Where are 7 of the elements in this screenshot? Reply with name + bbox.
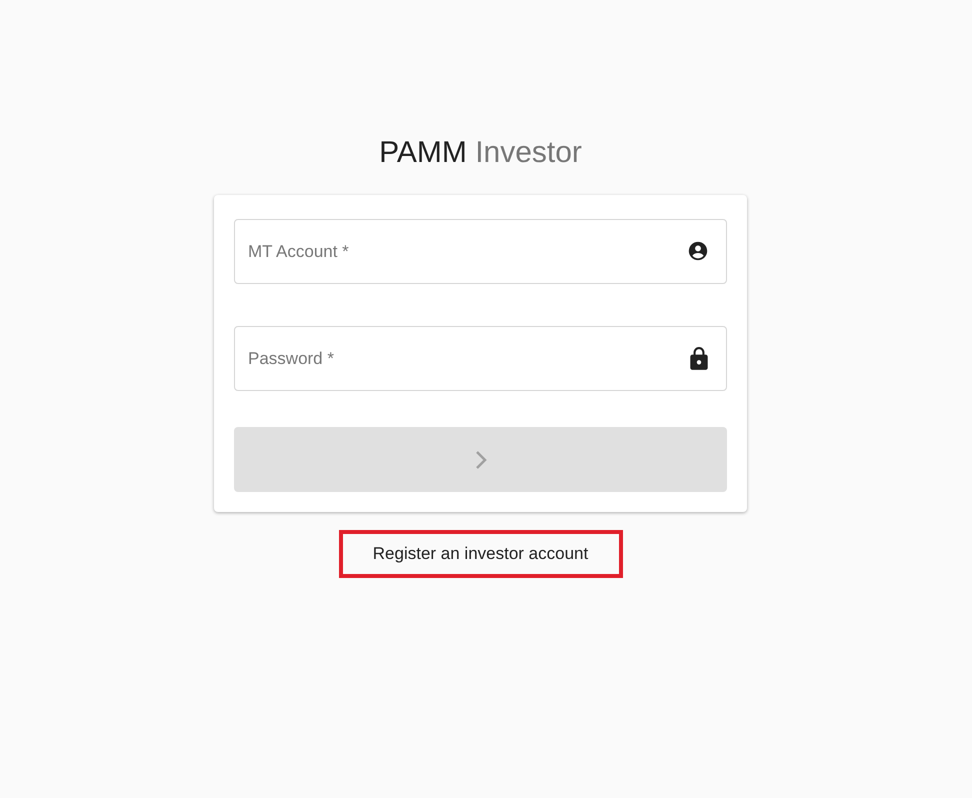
lock-icon [689, 347, 709, 371]
input-field[interactable]: Password * [234, 326, 727, 391]
register-link[interactable]: Register an investor account [372, 541, 588, 567]
user-icon [687, 240, 709, 262]
input-field[interactable]: MT Account * [234, 219, 727, 284]
chevron-right-icon [474, 450, 488, 470]
page-title: PAMM Investor [379, 135, 582, 171]
